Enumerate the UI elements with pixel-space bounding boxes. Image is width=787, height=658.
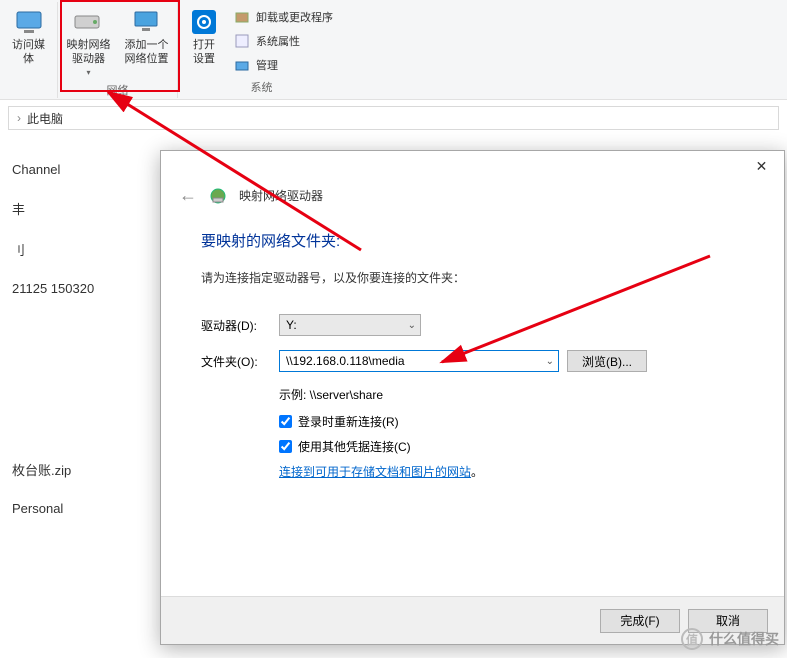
manage-label: 管理 (256, 57, 278, 73)
reconnect-label: 登录时重新连接(R) (298, 413, 399, 430)
chevron-down-icon: ⌄ (408, 320, 416, 331)
folder-path-input[interactable] (286, 354, 546, 368)
manage-button[interactable]: 管理 (234, 54, 333, 76)
finish-button[interactable]: 完成(F) (600, 609, 680, 633)
folder-label: 文件夹(O): (201, 353, 279, 370)
dropdown-chevron-icon: ▾ (86, 66, 90, 80)
watermark-badge-icon: 值 (681, 628, 703, 650)
drive-label: 驱动器(D): (201, 317, 279, 334)
dialog-heading: 要映射的网络文件夹: (201, 230, 744, 251)
add-network-location-button[interactable]: 添加一个 网络位置 (119, 4, 175, 82)
window-icon (234, 33, 250, 49)
ribbon-group-network: 映射网络 驱动器 ▾ 添加一个 网络位置 网络 (58, 2, 178, 98)
group-label-system: 系统 (251, 79, 273, 95)
box-icon (234, 9, 250, 25)
sys-props-label: 系统属性 (256, 33, 300, 49)
drive-network-icon (209, 187, 227, 205)
ribbon-group-media: 访问媒体 (0, 2, 58, 98)
drive-letter-combo[interactable]: Y: ⌄ (279, 314, 421, 336)
drive-letter-value: Y: (286, 318, 297, 332)
example-text: 示例: \\server\share (279, 386, 744, 403)
chevron-down-icon: ⌄ (546, 356, 554, 367)
breadcrumb-text: 此电脑 (27, 110, 63, 127)
other-credentials-label: 使用其他凭据连接(C) (298, 438, 411, 455)
uninstall-label: 卸载或更改程序 (256, 9, 333, 25)
browse-button[interactable]: 浏览(B)... (567, 350, 647, 372)
other-credentials-checkbox[interactable] (279, 440, 292, 453)
close-icon: ✕ (756, 158, 768, 175)
watermark: 值 什么值得买 (681, 628, 779, 650)
gear-icon (188, 6, 220, 38)
open-settings-button[interactable]: 打开 设置 (182, 4, 226, 78)
ribbon: 访问媒体 映射网络 驱动器 ▾ 添加一个 网络位置 网络 (0, 0, 787, 100)
folder-path-combo[interactable]: ⌄ (279, 350, 559, 372)
dialog-title: 映射网络驱动器 (239, 187, 323, 204)
group-label-network: 网络 (107, 82, 129, 98)
access-media-label: 访问媒体 (10, 38, 47, 66)
system-properties-button[interactable]: 系统属性 (234, 30, 333, 52)
access-media-button[interactable]: 访问媒体 (4, 4, 53, 68)
tools-icon (234, 57, 250, 73)
reconnect-checkbox[interactable] (279, 415, 292, 428)
dialog-titlebar: ✕ (161, 151, 784, 181)
map-network-drive-button[interactable]: 映射网络 驱动器 ▾ (61, 4, 117, 82)
drive-icon (73, 6, 105, 38)
monitor-icon (131, 6, 163, 38)
back-button[interactable]: ← (179, 185, 197, 206)
ribbon-group-system: 打开 设置 卸载或更改程序 系统属性 管理 系统 (178, 2, 345, 98)
open-settings-label: 打开 设置 (193, 38, 215, 66)
breadcrumb[interactable]: › 此电脑 (8, 106, 779, 130)
uninstall-programs-button[interactable]: 卸载或更改程序 (234, 6, 333, 28)
map-drive-label: 映射网络 驱动器 (67, 38, 111, 66)
close-button[interactable]: ✕ (739, 151, 784, 181)
map-network-drive-dialog: ✕ ← 映射网络驱动器 要映射的网络文件夹: 请为连接指定驱动器号，以及你要连接… (160, 150, 785, 645)
breadcrumb-sep: › (17, 111, 21, 125)
link-period: 。 (471, 465, 483, 479)
add-location-label: 添加一个 网络位置 (125, 38, 169, 66)
connect-website-link[interactable]: 连接到可用于存储文档和图片的网站 (279, 465, 471, 479)
watermark-text: 什么值得买 (709, 629, 779, 649)
media-icon (13, 6, 45, 38)
dialog-subtext: 请为连接指定驱动器号，以及你要连接的文件夹： (201, 269, 744, 286)
